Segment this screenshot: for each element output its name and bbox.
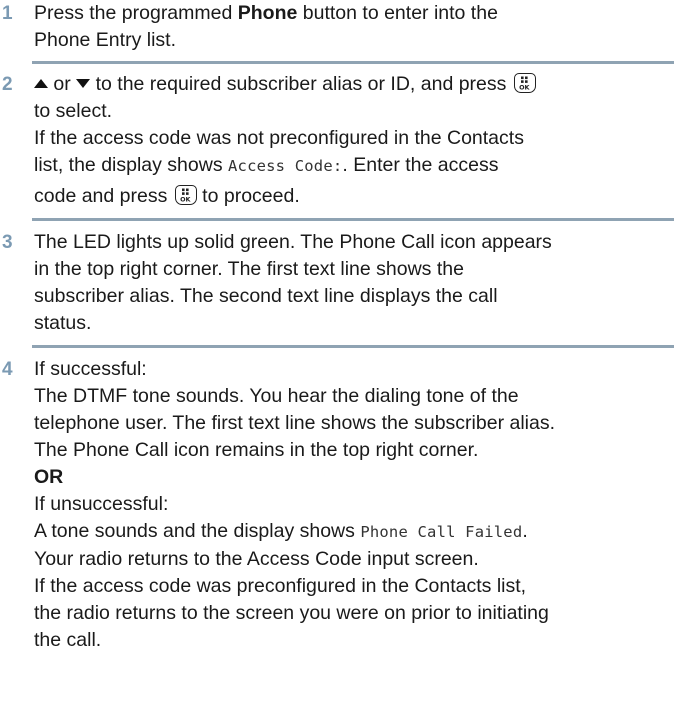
step-text-line: Phone Entry list.: [34, 29, 176, 51]
menu-ok-button-icon: OK: [513, 73, 536, 93]
step-1: 1 Press the programmed Phone button to e…: [0, 0, 678, 54]
step-text-line: Press the programmed Phone button to ent…: [34, 2, 498, 24]
step-text-line: code and press OK to proceed.: [34, 185, 300, 207]
step-number: 4: [2, 359, 13, 380]
step-4: 4 If successful: The DTMF tone sounds. Y…: [0, 356, 678, 654]
step-text-line: telephone user. The first text line show…: [34, 412, 555, 434]
step-text-line: If successful:: [34, 358, 147, 380]
step-text-line: If the access code was preconfigured in …: [34, 575, 527, 597]
svg-text:OK: OK: [519, 83, 530, 91]
step-text-line: status.: [34, 312, 92, 334]
step-text-line: If unsuccessful:: [34, 493, 169, 515]
step-number: 1: [2, 3, 13, 24]
step-text-line: or to the required subscriber alias or I…: [34, 71, 672, 98]
step-text-line: The DTMF tone sounds. You hear the diali…: [34, 385, 519, 407]
step-separator: [32, 218, 674, 221]
up-arrow-key-icon: [34, 79, 48, 88]
step-text-line: subscriber alias. The second text line d…: [34, 285, 498, 307]
step-3: 3 The LED lights up solid green. The Pho…: [0, 229, 678, 337]
display-text-access-code: Access Code:: [228, 157, 343, 175]
step-text-line: A tone sounds and the display shows Phon…: [34, 520, 528, 542]
step-text-line: the radio returns to the screen you were…: [34, 602, 549, 624]
step-text-line: the call.: [34, 629, 102, 651]
step-text-line: Your radio returns to the Access Code in…: [34, 548, 479, 570]
step-number: 3: [2, 232, 13, 253]
phone-button-name: Phone: [237, 2, 298, 24]
step-text-line: If the access code was not preconfigured…: [34, 127, 524, 149]
display-text-phone-call-failed: Phone Call Failed: [360, 523, 523, 541]
menu-ok-button-icon: OK: [174, 185, 197, 205]
step-2: 2 or to the required subscriber alias or…: [0, 71, 678, 210]
step-separator: [32, 345, 674, 348]
step-separator: [32, 61, 674, 64]
step-text-line: The Phone Call icon remains in the top r…: [34, 439, 479, 461]
step-number: 2: [2, 74, 13, 95]
step-text-line: The LED lights up solid green. The Phone…: [34, 231, 552, 253]
step-text-line: list, the display shows Access Code:. En…: [34, 154, 499, 176]
down-arrow-key-icon: [76, 79, 91, 88]
svg-text:OK: OK: [180, 195, 191, 203]
procedure-steps: 1 Press the programmed Phone button to e…: [0, 0, 678, 654]
or-label: OR: [34, 466, 64, 488]
step-text-line: in the top right corner. The first text …: [34, 258, 464, 280]
step-text-line: to select.: [34, 100, 113, 122]
